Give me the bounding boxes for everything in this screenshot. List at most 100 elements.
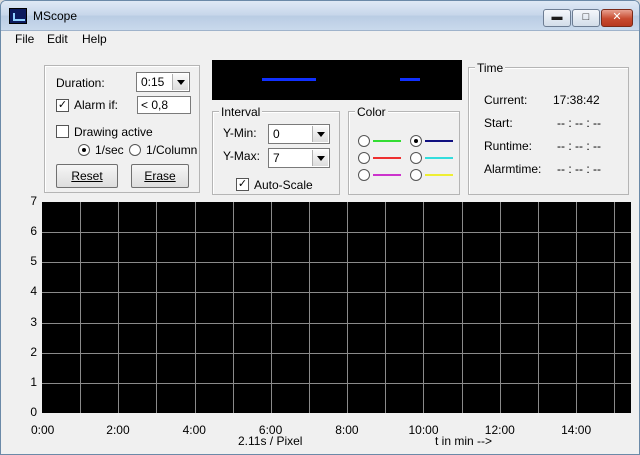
close-button[interactable]: ✕: [601, 9, 633, 27]
interval-legend: Interval: [219, 105, 263, 119]
ymin-label: Y-Min:: [223, 126, 257, 140]
alarm-threshold-value: < 0,8: [141, 98, 169, 112]
color-swatch-line: [425, 174, 453, 176]
y-tick-label: 1: [30, 374, 37, 389]
y-tick-label: 7: [30, 194, 37, 208]
chevron-down-icon[interactable]: [312, 150, 328, 166]
y-tick-label: 0: [30, 405, 37, 419]
y-tick-label: 3: [30, 314, 37, 329]
x-axis-label: t in min -->: [435, 434, 493, 448]
ymax-dropdown[interactable]: 7: [268, 148, 330, 168]
erase-button[interactable]: Erase: [131, 164, 189, 188]
duration-value: 0:15: [141, 75, 165, 89]
plot-gridline-v: [385, 202, 386, 413]
start-time-value: -- : -- : --: [557, 116, 601, 130]
alarmtime-label: Alarmtime:: [484, 162, 542, 176]
drawing-active-label: Drawing active: [74, 125, 153, 139]
color-swatch-line: [373, 157, 401, 159]
reset-button-label: Reset: [71, 169, 103, 183]
plot-gridline-v: [500, 202, 501, 413]
minimize-button[interactable]: ▬: [543, 9, 571, 27]
alarmtime-value: -- : -- : --: [557, 162, 601, 176]
window-title: MScope: [33, 9, 78, 23]
drawing-active-checkbox[interactable]: [56, 125, 69, 138]
y-tick-label: 2: [30, 344, 37, 359]
y-tick-label: 4: [30, 284, 37, 299]
plot-gridline-v: [80, 202, 81, 413]
x-tick-label: 4:00: [182, 423, 206, 437]
color-radio[interactable]: [410, 169, 422, 181]
color-swatch-line: [373, 140, 401, 142]
plot-gridline-v: [462, 202, 463, 413]
plot-gridline-v: [195, 202, 196, 413]
color-swatch-line: [425, 157, 453, 159]
scope-plot-area[interactable]: [42, 202, 631, 413]
alarm-threshold-input[interactable]: < 0,8: [137, 96, 191, 114]
autoscale-checkbox[interactable]: ✓: [236, 178, 249, 191]
plot-gridline-h: [42, 353, 631, 354]
plot-gridline-v: [538, 202, 539, 413]
plot-gridline-v: [347, 202, 348, 413]
chevron-down-icon[interactable]: [312, 126, 328, 142]
x-tick-label: 0:00: [31, 423, 55, 437]
color-swatch-line: [373, 174, 401, 176]
rate-per-column-radio[interactable]: [129, 144, 141, 156]
color-radio[interactable]: [358, 152, 370, 164]
current-time-value: 17:38:42: [553, 93, 600, 107]
runtime-value: -- : -- : --: [557, 139, 601, 153]
ymin-dropdown[interactable]: 0: [268, 124, 330, 144]
plot-gridline-v: [156, 202, 157, 413]
plot-gridline-h: [42, 383, 631, 384]
color-radio[interactable]: [358, 135, 370, 147]
alarm-label: Alarm if:: [74, 98, 119, 112]
color-radio[interactable]: [410, 135, 422, 147]
plot-gridline-v: [614, 202, 615, 413]
color-radio[interactable]: [410, 152, 422, 164]
plot-gridline-v: [271, 202, 272, 413]
erase-button-label: Erase: [144, 169, 176, 183]
resolution-label: 2.11s / Pixel: [238, 434, 303, 448]
plot-gridline-v: [309, 202, 310, 413]
y-tick-label: 5: [30, 254, 37, 269]
menu-bar: File Edit Help: [1, 31, 639, 49]
start-time-label: Start:: [484, 116, 513, 130]
ymin-value: 0: [273, 127, 280, 141]
plot-gridline-v: [233, 202, 234, 413]
maximize-button[interactable]: □: [572, 9, 600, 27]
x-tick-label: 14:00: [561, 423, 592, 437]
menu-edit[interactable]: Edit: [47, 32, 68, 46]
time-legend: Time: [475, 61, 506, 75]
rate-per-column-label: 1/Column: [146, 143, 198, 157]
duration-label: Duration:: [56, 76, 105, 90]
value-display: [212, 60, 462, 100]
plot-gridline-v: [118, 202, 119, 413]
color-legend: Color: [355, 105, 388, 119]
display-segment-right: [400, 78, 420, 81]
color-swatch-line: [425, 140, 453, 142]
display-segment-left: [262, 78, 316, 81]
x-tick-label: 8:00: [335, 423, 359, 437]
menu-file[interactable]: File: [15, 32, 34, 46]
alarm-checkbox[interactable]: ✓: [56, 99, 69, 112]
duration-dropdown[interactable]: 0:15: [136, 72, 190, 92]
ymax-value: 7: [273, 151, 280, 165]
rate-per-sec-label: 1/sec: [95, 143, 124, 157]
autoscale-label: Auto-Scale: [254, 178, 313, 192]
rate-per-sec-radio[interactable]: [78, 144, 90, 156]
plot-gridline-h: [42, 323, 631, 324]
title-bar[interactable]: MScope ▬ □ ✕: [1, 1, 639, 31]
y-tick-label: 6: [30, 224, 37, 239]
oscilloscope-icon: [9, 8, 27, 24]
reset-button[interactable]: Reset: [56, 164, 118, 188]
menu-help[interactable]: Help: [82, 32, 107, 46]
x-tick-label: 2:00: [106, 423, 130, 437]
chevron-down-icon[interactable]: [172, 74, 188, 90]
color-radio[interactable]: [358, 169, 370, 181]
plot-gridline-v: [423, 202, 424, 413]
plot-gridline-v: [576, 202, 577, 413]
plot-gridline-h: [42, 292, 631, 293]
ymax-label: Y-Max:: [223, 149, 260, 163]
plot-gridline-h: [42, 262, 631, 263]
current-time-label: Current:: [484, 93, 528, 107]
plot-gridline-h: [42, 232, 631, 233]
